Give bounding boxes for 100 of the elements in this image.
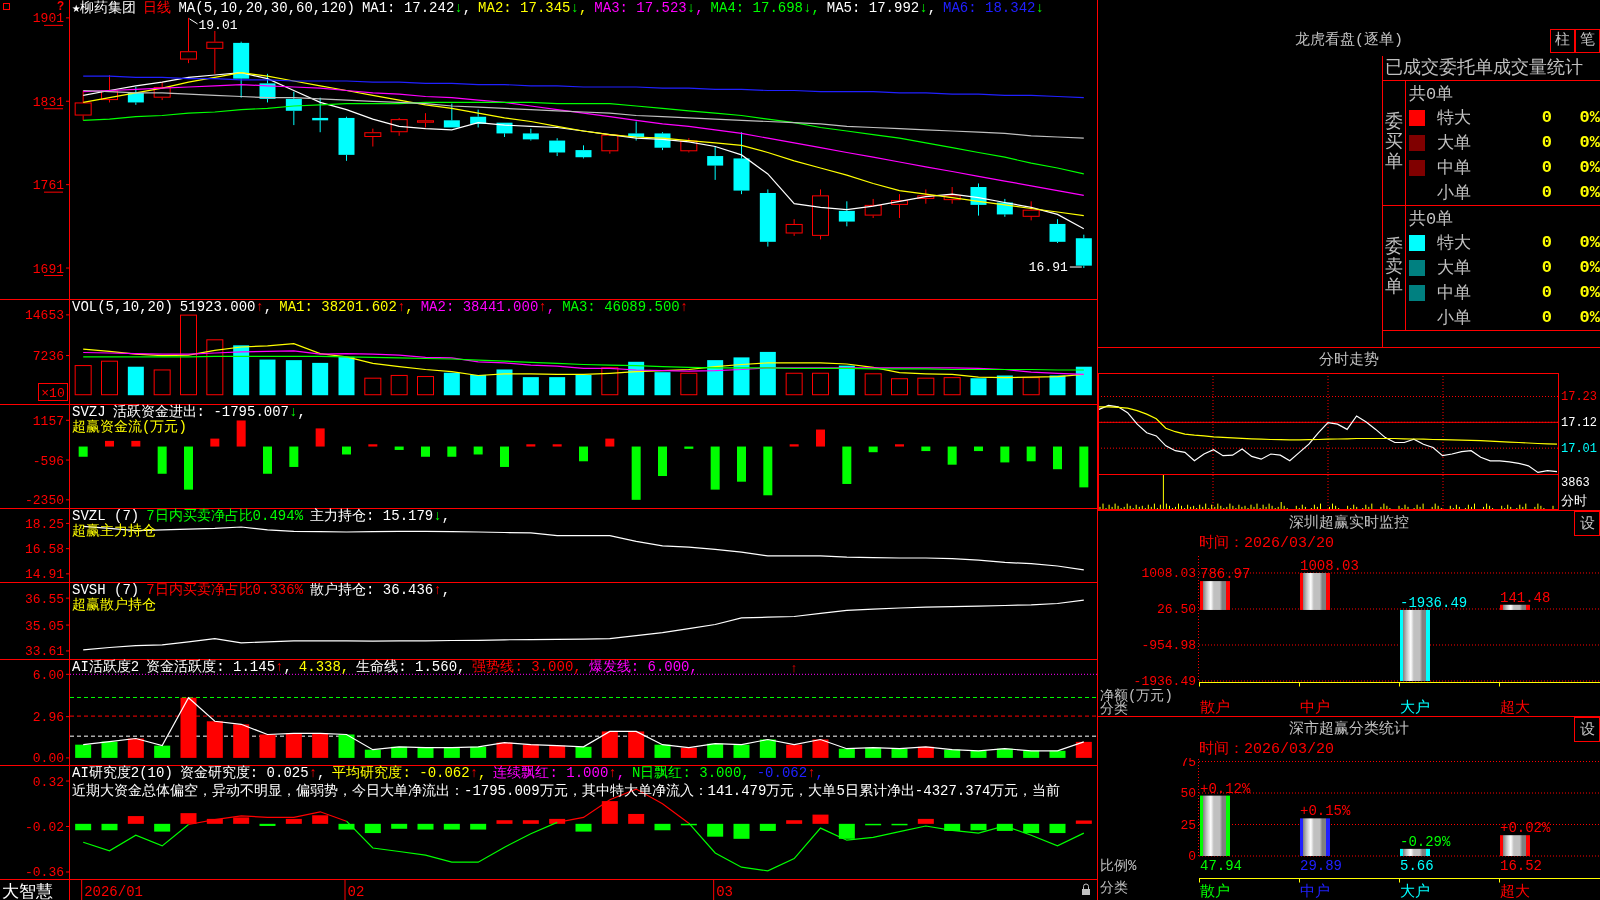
- money-flow-bar: [342, 446, 351, 455]
- money-flow-bar: [1053, 446, 1062, 470]
- view-toggle-button[interactable]: 笔: [1575, 29, 1600, 53]
- signal-arrow: ↑: [790, 661, 799, 676]
- order-percent: 0%: [1579, 158, 1600, 177]
- candle: [864, 198, 882, 219]
- value-label: -1936.49: [1400, 594, 1468, 611]
- candle: [470, 109, 487, 128]
- side-label: 委卖单: [1385, 238, 1403, 298]
- research-bar: [917, 818, 934, 824]
- research-bar: [443, 823, 460, 830]
- legend-text: MA(5,10,20,30,60,120): [178, 1, 355, 16]
- candle: [943, 186, 961, 205]
- research-bar: [312, 815, 329, 824]
- order-percent: 0%: [1579, 283, 1600, 302]
- activity-bar: [285, 733, 302, 758]
- value-label: 1008.03: [1300, 558, 1359, 574]
- volume-bar: [1022, 377, 1040, 396]
- volume-bar: [285, 360, 302, 396]
- volume-bar: [338, 356, 355, 396]
- research-bar: [733, 823, 750, 839]
- legend-text: SVZL (7): [72, 509, 140, 524]
- order-count: 0: [1541, 183, 1552, 202]
- legend-text: 超赢资金流(万元): [72, 420, 187, 435]
- research-bar: [1075, 820, 1092, 824]
- volume-bar: [864, 373, 882, 396]
- research-bar: [338, 823, 355, 830]
- research-bar: [127, 816, 144, 824]
- side-label: 委买单: [1385, 113, 1403, 173]
- money-flow-bar: [842, 446, 852, 484]
- activity-bar: [628, 731, 645, 758]
- research-bar: [944, 823, 961, 831]
- research-bar: [1049, 823, 1066, 834]
- research-bar: [707, 823, 724, 837]
- candle: [917, 188, 935, 205]
- order-total: 共0单: [1409, 208, 1454, 230]
- legend-text: MA2: 17.345↓,: [478, 1, 588, 16]
- y-tick-label: 36.55: [25, 591, 64, 607]
- category-label: 大户: [1400, 884, 1430, 900]
- y-tick-label: 25: [1180, 817, 1196, 833]
- legend-text: ★柳药集团: [72, 1, 137, 16]
- category-bar: [1400, 848, 1430, 856]
- volume-bar: [759, 351, 776, 396]
- money-flow-bar: [315, 428, 325, 447]
- money-flow-bar: [131, 440, 141, 447]
- candle: [970, 182, 987, 217]
- activity-bar: [154, 745, 171, 758]
- money-flow-bar: [816, 429, 825, 447]
- settings-button[interactable]: 设: [1574, 717, 1600, 742]
- activity-bar: [75, 744, 92, 758]
- candle: [74, 90, 92, 121]
- volume-bar: [575, 374, 592, 396]
- research-bar: [601, 801, 618, 824]
- research-bar: [259, 823, 276, 826]
- y-tick-label: 0: [1188, 849, 1196, 864]
- money-flow-bar: [1026, 446, 1036, 462]
- candle: [628, 121, 645, 142]
- volume-bar: [259, 359, 276, 396]
- order-size-label: 大单: [1436, 258, 1471, 279]
- y-tick-label: 18.25: [25, 516, 64, 532]
- volume-bar: [417, 376, 434, 396]
- legend-text: AI活跃度2: [72, 660, 140, 675]
- legend-text: 生命线: 1.560,: [356, 660, 466, 675]
- candle: [206, 30, 224, 75]
- settings-button[interactable]: 设: [1574, 511, 1600, 536]
- y-tick-label: 50: [1180, 786, 1196, 801]
- legend-text: MA3: 46089.500↑: [562, 300, 689, 315]
- category-bar: [1500, 604, 1530, 610]
- y-tick-label: 1691: [32, 261, 64, 277]
- money-flow-bar: [421, 446, 430, 457]
- volume-bar: [680, 372, 698, 396]
- y-tick-label: 35.05: [25, 618, 64, 634]
- activity-bar: [312, 733, 329, 758]
- order-size-label: 小单: [1436, 183, 1471, 204]
- y-tick-label: 0.32: [32, 774, 64, 790]
- y-tick-label: 14653: [25, 308, 64, 324]
- candle: [1049, 218, 1066, 244]
- scale-label: ×10: [38, 383, 68, 401]
- legend-text: 51923.000↑,: [179, 300, 273, 315]
- research-bar: [180, 813, 197, 824]
- candle: [285, 91, 302, 126]
- activity-bar: [101, 741, 118, 758]
- research-bar: [628, 813, 645, 824]
- y-tick-label: 17.23: [1561, 390, 1597, 405]
- volume-bar: [970, 378, 987, 396]
- money-flow-bar: [263, 446, 272, 474]
- view-toggle-button[interactable]: 柱: [1550, 29, 1575, 53]
- money-flow-bar: [157, 446, 167, 474]
- activity-bar: [233, 724, 250, 758]
- candle: [153, 81, 171, 101]
- research-bar: [759, 823, 776, 831]
- research-bar: [233, 817, 250, 824]
- candle: [759, 188, 776, 248]
- legend-text: VOL(5,10,20): [72, 300, 173, 315]
- volume-bar: [443, 372, 460, 396]
- money-flow-bar: [394, 446, 404, 450]
- money-flow-bar: [763, 446, 773, 496]
- y-tick-label: -2350: [25, 493, 64, 508]
- legend-text: 超赢散户持仓: [72, 598, 156, 613]
- legend-text: 资金研究度: 0.025↑,: [179, 766, 326, 781]
